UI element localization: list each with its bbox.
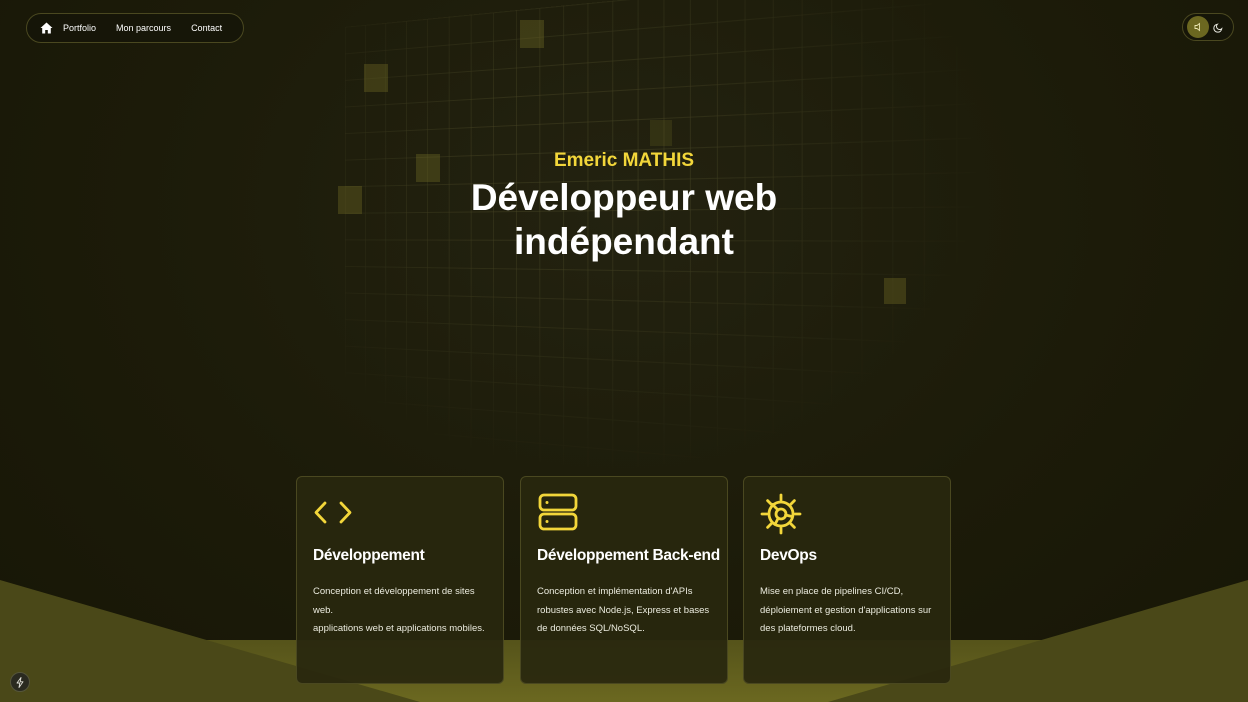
hero-title: Développeur web indépendant	[470, 177, 778, 262]
page: Portfolio Mon parcours Contact Emeric MA…	[0, 0, 1248, 702]
nav-link-portfolio[interactable]: Portfolio	[63, 23, 96, 33]
code-icon	[314, 501, 352, 524]
card-description: Conception et implémentation d'APIs robu…	[537, 586, 710, 634]
service-card-devops: DevOps Mise en place de pipelines CI/CD,…	[743, 476, 951, 684]
card-title: DevOps	[760, 547, 817, 564]
card-title: Développement	[313, 547, 425, 564]
moon-icon	[1209, 18, 1227, 36]
card-description: Conception et développement de sites web…	[313, 583, 487, 639]
service-card-development: Développement Conception et développemen…	[296, 476, 504, 684]
sun-icon	[1187, 16, 1209, 38]
hero-name: Emeric MATHIS	[553, 150, 695, 171]
theme-toggle[interactable]	[1182, 13, 1234, 41]
card-description: Mise en place de pipelines CI/CD, déploi…	[760, 586, 932, 634]
nav-link-contact[interactable]: Contact	[191, 23, 222, 33]
card-description-line: Conception et développement de sites web…	[313, 586, 475, 616]
background-tile	[884, 278, 906, 304]
main-nav: Portfolio Mon parcours Contact	[26, 13, 244, 43]
background-tile	[650, 120, 672, 146]
card-title: Développement Back-end	[537, 547, 720, 564]
home-icon[interactable]	[37, 19, 55, 37]
server-icon	[538, 493, 578, 531]
gear-icon	[760, 493, 802, 535]
nav-link-mon-parcours[interactable]: Mon parcours	[116, 23, 171, 33]
bolt-icon[interactable]	[10, 672, 30, 692]
background-tile	[364, 64, 388, 92]
background-tile	[520, 20, 544, 48]
hero: Emeric MATHIS Développeur web indépendan…	[0, 150, 1248, 264]
card-description-line: applications web et applications mobiles…	[313, 623, 485, 634]
service-card-backend: Développement Back-end Conception et imp…	[520, 476, 728, 684]
